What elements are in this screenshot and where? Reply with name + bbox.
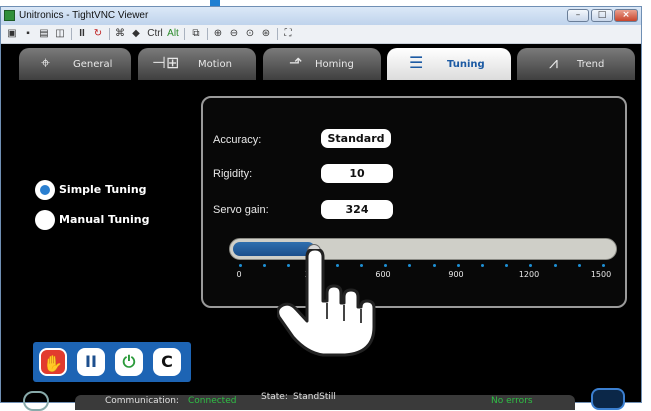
stop-button[interactable]: ✋ (39, 348, 67, 376)
servo-gain-value[interactable]: 324 (321, 200, 393, 219)
tab-tuning-label: Tuning (447, 59, 485, 70)
slider-tick-dot (456, 264, 460, 267)
accuracy-value[interactable]: Standard (321, 129, 391, 148)
state-value: StandStill (293, 392, 336, 402)
info-icon[interactable]: ◫ (53, 27, 67, 41)
simple-tuning-radio[interactable] (35, 180, 55, 200)
rigidity-value[interactable]: 10 (321, 164, 393, 183)
slider-tick-dot (263, 264, 267, 267)
tuning-panel: Accuracy: Standard Rigidity: 10 Servo ga… (201, 96, 627, 308)
refresh-icon[interactable]: ↻ (91, 27, 105, 41)
help-round-icon[interactable] (23, 391, 49, 411)
zoom-fit-icon[interactable]: ⊛ (259, 27, 273, 41)
slider-tick-dot (239, 264, 242, 267)
home-arrow-icon: ⬏ (289, 53, 303, 72)
slider-tick-dot (505, 264, 509, 267)
control-button-bar: ✋ II ⏻ C (33, 342, 191, 382)
zoom-100-icon[interactable]: ⊙ (243, 27, 257, 41)
simple-tuning-label[interactable]: Simple Tuning (59, 183, 147, 196)
slider-tick-dot (577, 264, 581, 267)
vnc-window: Unitronics - TightVNC Viewer – □ × ▣ ▪ ▤… (0, 6, 642, 411)
chart-icon: ⩘ (549, 53, 559, 72)
network-icon: ⌖ (41, 53, 51, 72)
communication-label: Communication: (105, 396, 179, 406)
pause-toolbar-icon[interactable]: II (75, 27, 89, 41)
reset-button[interactable]: C (153, 348, 181, 376)
accuracy-label: Accuracy: (213, 134, 262, 146)
manual-tuning-radio[interactable] (35, 210, 55, 230)
vnc-toolbar: ▣ ▪ ▤ ◫ II ↻ ⌘ ◆ Ctrl Alt ⧉ ⊕ ⊖ ⊙ ⊛ ⛶ (1, 25, 641, 44)
app-icon (4, 10, 15, 21)
windows-key-icon[interactable]: ◆ (129, 27, 143, 41)
ctrl-alt-del-icon[interactable]: ⌘ (113, 27, 127, 41)
slider-tick-dot (408, 264, 412, 267)
tab-general[interactable]: ⌖ General (19, 48, 131, 80)
transfer-icon[interactable]: ⧉ (189, 27, 203, 41)
menu-icon[interactable] (591, 388, 625, 410)
slider-tick-dot (553, 264, 557, 267)
reset-icon: C (161, 352, 173, 371)
state-label: State: (261, 392, 288, 402)
slider-tick-label: 1200 (518, 270, 540, 279)
slider-tick-label: 900 (448, 270, 464, 279)
tab-homing[interactable]: ⬏ Homing (263, 48, 381, 80)
manual-tuning-label[interactable]: Manual Tuning (59, 213, 150, 226)
window-title: Unitronics - TightVNC Viewer (19, 10, 149, 21)
tab-trend-label: Trend (577, 59, 605, 70)
slider-tick-label: 0 (236, 270, 242, 279)
tab-tuning[interactable]: ☰ Tuning (387, 48, 511, 80)
stop-hand-icon: ✋ (43, 354, 63, 373)
slider-tick-dot (529, 264, 533, 267)
fullscreen-icon[interactable]: ⛶ (281, 27, 295, 41)
slider-tick-dot (384, 264, 388, 267)
power-icon: ⏻ (122, 352, 136, 371)
slider-tick-dot (432, 264, 436, 267)
motor-icon: ⊣⊞ (152, 53, 180, 72)
options-icon[interactable]: ▤ (37, 27, 51, 41)
error-status: No errors (491, 396, 533, 406)
close-button[interactable]: × (614, 9, 638, 22)
hand-pointer-icon (277, 249, 376, 357)
tab-general-label: General (73, 59, 113, 70)
tab-homing-label: Homing (315, 59, 354, 70)
alt-key-button[interactable]: Alt (166, 27, 180, 41)
pause-icon: II (85, 352, 97, 371)
slider-tick-dot (602, 264, 605, 267)
slider-tick-dot (481, 264, 484, 267)
hmi-tab-bar: ⌖ General ⊣⊞ Motion ⬏ Homing ☰ Tuning ⩘ … (1, 44, 641, 84)
radio-selected-dot (40, 185, 50, 195)
rigidity-label: Rigidity: (213, 168, 253, 180)
tab-motion-label: Motion (198, 59, 232, 70)
slider-tick-label: 1500 (590, 270, 612, 279)
new-connection-icon[interactable]: ▣ (5, 27, 19, 41)
tab-trend[interactable]: ⩘ Trend (517, 48, 635, 80)
tab-motion[interactable]: ⊣⊞ Motion (138, 48, 256, 80)
communication-status: Connected (188, 396, 237, 406)
minimize-button[interactable]: – (567, 9, 589, 22)
slider-tick-label: 600 (375, 270, 391, 279)
servo-gain-label: Servo gain: (213, 204, 269, 216)
zoom-in-icon[interactable]: ⊕ (211, 27, 225, 41)
maximize-button[interactable]: □ (591, 9, 613, 22)
pause-button[interactable]: II (77, 348, 105, 376)
power-button[interactable]: ⏻ (115, 348, 143, 376)
title-bar: Unitronics - TightVNC Viewer – □ × (1, 7, 641, 25)
sliders-icon: ☰ (409, 53, 424, 72)
ctrl-key-button[interactable]: Ctrl (146, 27, 164, 41)
zoom-out-icon[interactable]: ⊖ (227, 27, 241, 41)
save-icon[interactable]: ▪ (21, 27, 35, 41)
